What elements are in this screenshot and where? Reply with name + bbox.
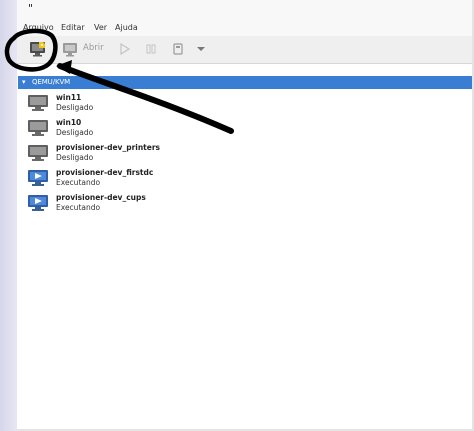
menu-ver[interactable]: Ver <box>94 23 107 32</box>
connection-label: QEMU/KVM <box>32 78 71 86</box>
power-icon <box>173 43 183 55</box>
vm-row-provisioner-dev-firstdc[interactable]: provisioner-dev_firstdc Executando <box>27 168 427 190</box>
vm-row-provisioner-dev-printers[interactable]: provisioner-dev_printers Desligado <box>27 143 427 165</box>
menu-arquivo[interactable]: Arquivo <box>23 23 54 32</box>
vm-list: ▾ QEMU/KVM win11 Desligado win10 Desliga… <box>17 64 472 429</box>
vm-row-provisioner-dev-cups[interactable]: provisioner-dev_cups Executando <box>27 193 427 215</box>
expander-icon[interactable]: ▾ <box>22 78 26 86</box>
open-label[interactable]: Abrir <box>83 43 104 53</box>
vm-status: Executando <box>56 203 101 212</box>
menu-editar[interactable]: Editar <box>61 23 85 32</box>
shutdown-menu-button[interactable] <box>195 40 207 58</box>
vm-name: provisioner-dev_cups <box>56 193 146 202</box>
pause-button[interactable] <box>144 40 158 58</box>
title-glyph: " <box>28 2 34 15</box>
vm-off-icon <box>28 120 48 136</box>
vm-name: win10 <box>56 118 82 127</box>
vm-row-win10[interactable]: win10 Desligado <box>27 118 427 140</box>
open-button[interactable] <box>60 40 80 58</box>
desktop-left-strip <box>0 0 17 431</box>
vm-status: Desligado <box>56 128 94 137</box>
vm-off-icon <box>28 95 48 111</box>
vm-running-icon <box>28 170 48 186</box>
vm-name: provisioner-dev_printers <box>56 143 161 152</box>
play-icon <box>120 42 131 56</box>
connection-row-qemu-kvm[interactable]: ▾ QEMU/KVM <box>18 76 472 89</box>
new-vm-icon <box>30 42 45 57</box>
menu-bar: Arquivo Editar Ver Ajuda <box>17 20 472 36</box>
vm-status: Executando <box>56 178 101 187</box>
vm-name: provisioner-dev_firstdc <box>56 168 154 177</box>
pause-icon <box>146 44 156 54</box>
vm-name: win11 <box>56 93 82 102</box>
virt-manager-window: " Arquivo Editar Ver Ajuda Abrir ▾ QEMU/… <box>17 0 472 429</box>
shutdown-button[interactable] <box>171 40 185 58</box>
toolbar: Abrir <box>17 36 472 64</box>
run-button[interactable] <box>118 40 132 58</box>
chevron-down-icon <box>197 47 205 51</box>
vm-status: Desligado <box>56 153 94 162</box>
menu-ajuda[interactable]: Ajuda <box>115 23 138 32</box>
vm-row-win11[interactable]: win11 Desligado <box>27 93 427 115</box>
vm-running-icon <box>28 195 48 211</box>
vm-status: Desligado <box>56 103 94 112</box>
monitor-icon <box>63 43 77 57</box>
vm-off-icon <box>28 145 48 161</box>
title-bar: " <box>17 0 472 20</box>
new-vm-button[interactable] <box>27 40 49 58</box>
